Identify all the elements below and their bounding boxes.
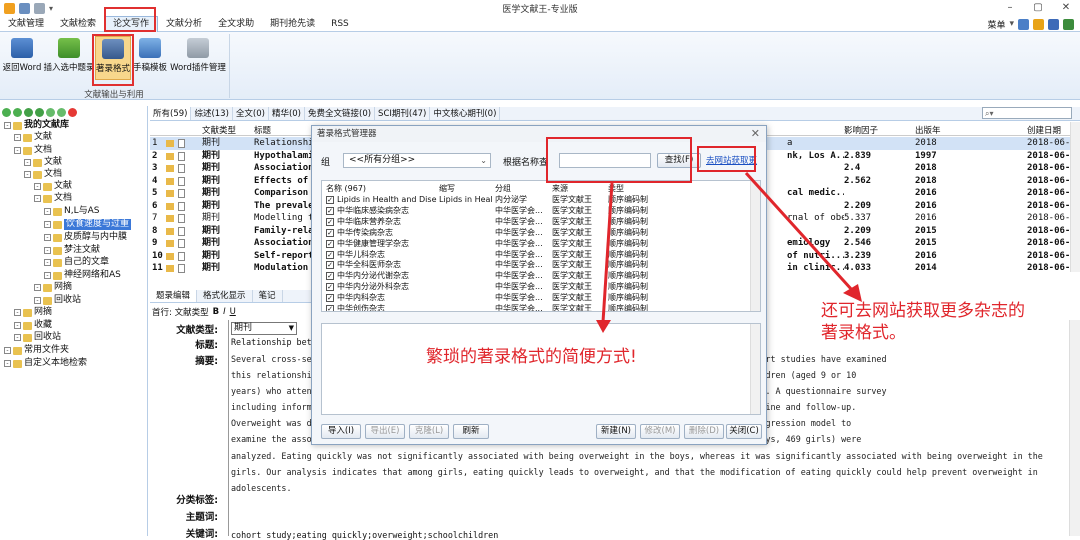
annotation-text-center: 繁琐的著录格式的简便方式! (426, 347, 637, 367)
annotation-text-right: 还可去网站获取更多杂志的 著录格式。 (821, 300, 1025, 344)
annotation-arrow-right (744, 171, 854, 292)
annotation-arrowhead-center (596, 320, 611, 333)
annotation-right-line1: 还可去网站获取更多杂志的 (821, 301, 1025, 321)
annotation-arrows (596, 171, 862, 333)
annotation-arrow-center (601, 182, 614, 323)
annotation-right-line2: 著录格式。 (821, 323, 906, 343)
